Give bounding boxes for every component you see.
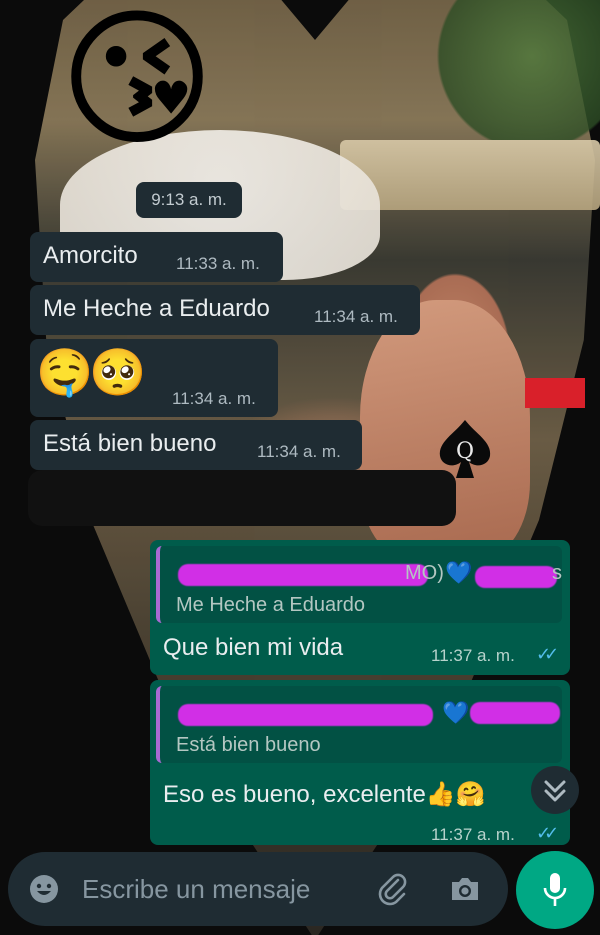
voice-message-button[interactable] — [516, 851, 594, 929]
kissing-face-sticker-icon: 😘 — [58, 0, 216, 163]
double-check-icon: ✓✓ — [536, 644, 559, 664]
outgoing-message[interactable]: 💙 Está bien bueno Eso es bueno, excelent… — [150, 680, 570, 845]
message-text: Que bien mi vida — [163, 634, 344, 661]
message-text: Está bien bueno — [43, 430, 217, 457]
scroll-to-bottom-button[interactable] — [531, 766, 579, 814]
microphone-icon — [543, 873, 567, 906]
camera-icon[interactable] — [448, 873, 482, 905]
message-composer[interactable]: Escribe un mensaje — [8, 852, 508, 926]
message-time: 11:37 a. m. — [431, 646, 515, 665]
double-chevron-down-icon — [544, 780, 566, 802]
wallpaper-red-accent — [525, 378, 585, 408]
message-emoji: 🤤🥺 — [36, 346, 147, 398]
blue-heart-icon: 💙 — [445, 560, 473, 585]
incoming-message[interactable]: Me Heche a Eduardo 11:34 a. m. — [30, 285, 420, 335]
message-text: Me Heche a Eduardo — [43, 295, 270, 322]
message-time: 11:37 a. m. — [431, 825, 515, 844]
quoted-message[interactable]: MO) 💙 s Me Heche a Eduardo — [156, 546, 562, 623]
incoming-message[interactable]: Está bien bueno 11:34 a. m. — [30, 420, 362, 470]
censored-name — [178, 704, 433, 726]
censored-name — [178, 564, 428, 586]
quoted-text: Me Heche a Eduardo — [176, 594, 366, 616]
message-time: 11:33 a. m. — [176, 254, 260, 273]
date-chip: 9:13 a. m. — [136, 182, 242, 218]
message-text: Amorcito — [43, 242, 138, 269]
message-input[interactable]: Escribe un mensaje — [82, 852, 310, 926]
message-time: 11:34 a. m. — [172, 389, 256, 408]
paperclip-icon[interactable] — [376, 872, 410, 906]
emoji-face-icon[interactable] — [28, 873, 60, 905]
incoming-message[interactable]: 🤤🥺 11:34 a. m. — [30, 339, 278, 417]
message-text: Eso es bueno, excelente👍🤗 — [163, 781, 486, 808]
censored-fragment: MO) — [405, 562, 444, 584]
message-time: 11:34 a. m. — [314, 307, 398, 326]
message-time: 11:34 a. m. — [257, 442, 341, 461]
quoted-text: Está bien bueno — [176, 734, 321, 756]
quoted-message[interactable]: 💙 Está bien bueno — [156, 686, 562, 763]
redacted-message — [28, 470, 456, 526]
spade-letter: Q — [456, 439, 474, 464]
censored-fragment: s — [552, 562, 562, 584]
outgoing-message[interactable]: MO) 💙 s Me Heche a Eduardo Que bien mi v… — [150, 540, 570, 675]
double-check-icon: ✓✓ — [536, 823, 559, 843]
incoming-message[interactable]: Amorcito 11:33 a. m. — [30, 232, 283, 282]
wallpaper-plant — [430, 0, 600, 140]
censored-name — [470, 702, 560, 724]
censored-name — [475, 566, 557, 588]
blue-heart-icon: 💙 — [442, 700, 470, 725]
